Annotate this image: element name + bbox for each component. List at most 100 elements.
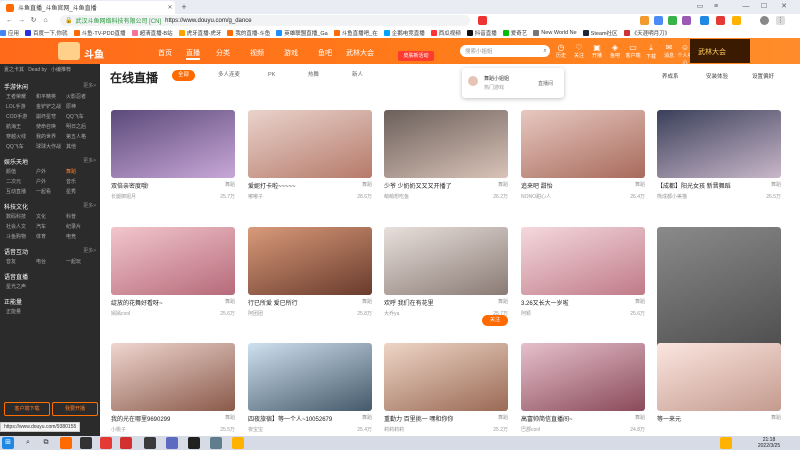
stream-thumbnail[interactable] (111, 343, 235, 411)
bookmark-item[interactable]: 应用 (0, 29, 19, 37)
nav-video[interactable]: 视频 (250, 48, 264, 58)
right-link[interactable]: 安装体验 (706, 72, 728, 80)
sidebar-item[interactable]: 科普 (66, 213, 76, 220)
extension-icon[interactable] (682, 16, 691, 25)
nav-home[interactable]: 首页 (158, 48, 172, 58)
streamer-name[interactable]: 长腿御姐月 (111, 193, 220, 200)
stream-thumbnail[interactable] (657, 110, 781, 178)
taskview-icon[interactable]: ⧉ (40, 437, 52, 449)
streamer-name[interactable]: 嫣嫣cool (111, 310, 220, 317)
promo-image[interactable]: 武林大会 (690, 39, 750, 63)
bookmark-item[interactable]: 企鹅电竞直播 (383, 29, 425, 37)
broadcast-button[interactable]: ▣ 开播 (588, 43, 606, 59)
room-category[interactable]: 舞蹈 (771, 414, 781, 421)
steam-icon[interactable] (80, 437, 92, 449)
room-category[interactable]: 舞蹈 (635, 181, 645, 188)
streamer-name[interactable]: 阿颖 (521, 310, 630, 317)
bookmark-item[interactable]: 斗鱼直播吧_在 (333, 29, 378, 37)
maximize-icon[interactable]: ☐ (758, 0, 770, 14)
streamer-name[interactable]: 莉莉莉莉 (384, 426, 493, 433)
sidebar-item[interactable]: 和平精英 (36, 93, 56, 100)
sidebar-item[interactable]: 数码科技 (6, 213, 26, 220)
room-category[interactable]: 舞蹈 (362, 298, 372, 305)
room-category[interactable]: 舞蹈 (225, 414, 235, 421)
netease-music-icon[interactable] (100, 437, 112, 449)
stream-thumbnail[interactable] (111, 110, 235, 178)
app-icon[interactable] (166, 437, 178, 449)
sidebar-item[interactable]: 穿越火线 (6, 133, 26, 140)
sidebar-item[interactable]: 电竞 (66, 233, 76, 240)
room-title[interactable]: 高富帅简信直播间~ (521, 414, 645, 423)
sidebar-item[interactable]: 崩坏星穹 (36, 113, 56, 120)
minimize-icon[interactable]: — (740, 0, 752, 14)
streamer-name[interactable]: 嘟嘟子 (248, 193, 357, 200)
client-button[interactable]: ▭ 客户端 (624, 43, 642, 59)
menu-icon[interactable]: ≡ (710, 0, 722, 14)
start-icon[interactable]: ⊞ (2, 437, 14, 449)
stream-thumbnail[interactable] (521, 110, 645, 178)
sidebar-item[interactable]: 第五人格 (66, 133, 86, 140)
stream-thumbnail[interactable] (384, 227, 508, 295)
streamer-name[interactable]: 熊成都小美猫 (657, 193, 766, 200)
sidebar-item[interactable]: 体育 (36, 233, 46, 240)
room-category[interactable]: 舞蹈 (771, 181, 781, 188)
back-icon[interactable]: ← (4, 15, 15, 26)
chip-pk[interactable]: PK (262, 70, 281, 81)
extension-icon[interactable] (640, 16, 649, 25)
streamer-name[interactable]: 大乔ya (384, 310, 493, 317)
room-title[interactable]: 【成都】阳光女孩 新晋舞蹈 (657, 181, 781, 190)
restore-icon[interactable]: ▭ (694, 0, 706, 14)
sidebar-item[interactable]: 球球大作战 (36, 143, 61, 150)
sidebar-more-link[interactable]: 更多> (83, 202, 96, 209)
streamer-name[interactable]: 巴郡cool (521, 426, 630, 433)
profile-icon[interactable] (760, 16, 769, 25)
sidebar-item[interactable]: 斗鱼购物 (6, 233, 26, 240)
sidebar-item[interactable]: 音乐 (66, 178, 76, 185)
sidebar-item[interactable]: 社会人文 (6, 223, 26, 230)
right-link[interactable]: 养成系 (662, 72, 679, 80)
app-icon[interactable] (188, 437, 200, 449)
bookmark-item[interactable]: Steam社区 (582, 29, 618, 37)
room-category[interactable]: 舞蹈 (225, 181, 235, 188)
sidebar-item[interactable]: 电台 (36, 258, 46, 265)
bookmark-item[interactable]: 斗鱼-TV-PDD直播 (73, 29, 126, 37)
bookmark-item[interactable]: 英雄联盟直播_Ga (276, 29, 328, 37)
live-room-card[interactable]: 我的光在哪里9690299 舞蹈 小桃子 25.5万 (111, 343, 235, 433)
sidebar-item[interactable]: QQ飞车 (6, 143, 24, 150)
room-title[interactable]: 欢呼 我们在有花里 (384, 298, 508, 307)
follow-button[interactable]: ♡ 关注 (570, 43, 588, 59)
extension-icon[interactable] (700, 16, 709, 25)
nav-wulin[interactable]: 武林大会 (346, 48, 374, 58)
sidebar-item[interactable]: 明日之后 (66, 123, 86, 130)
live-room-card[interactable]: 【成都】阳光女孩 新晋舞蹈 舞蹈 熊成都小美猫 26.5万 (657, 110, 781, 200)
room-title[interactable]: 爱妮打卡啦~~~~~ (248, 181, 372, 190)
bookmark-item[interactable]: 抖音直播 (466, 29, 497, 37)
extension-icon[interactable] (732, 16, 741, 25)
stream-thumbnail[interactable] (657, 343, 781, 411)
live-room-card[interactable]: 少爷 少奶奶又又又开播了 舞蹈 萌萌想吃鱼 26.2万 (384, 110, 508, 200)
stream-thumbnail[interactable] (248, 343, 372, 411)
sidebar-more-link[interactable]: 更多> (83, 82, 96, 89)
room-category[interactable]: 舞蹈 (362, 414, 372, 421)
tray-icon[interactable] (720, 437, 732, 449)
sidebar-item[interactable]: 王者荣耀 (6, 93, 26, 100)
room-title[interactable]: 3.26又长大一岁啦 (521, 298, 645, 307)
bookmark-item[interactable]: 西瓜视频 (430, 29, 461, 37)
client-download-button[interactable]: 客户端下载 (4, 402, 50, 416)
stream-thumbnail[interactable] (111, 227, 235, 295)
chip-new[interactable]: 新人 (346, 70, 369, 81)
sidebar-item[interactable]: 星光之声 (6, 283, 26, 290)
live-room-card[interactable]: 绽放的花舞好看呀~ 舞蹈 嫣嫣cool 25.6万 (111, 227, 235, 317)
bookmark-item[interactable]: New World Ne (533, 29, 577, 36)
live-room-card[interactable]: 四夜旅宿】等一个人~10052679 舞蹈 夜宝宝 25.4万 (248, 343, 372, 433)
sidebar-more-link[interactable]: 更多> (83, 157, 96, 164)
sidebar-item[interactable]: QQ飞车 (66, 113, 84, 120)
room-category[interactable]: 舞蹈 (225, 298, 235, 305)
sidebar-item[interactable]: 火影忍者 (66, 93, 86, 100)
history-button[interactable]: ◷ 历史 (552, 43, 570, 59)
live-room-card[interactable]: 欢呼 我们在有花里 舞蹈 大乔ya 25.7万 (384, 227, 508, 317)
promo-banner[interactable]: 皮肤新活动 (398, 51, 434, 61)
home-icon[interactable]: ⌂ (40, 15, 51, 26)
streamer-name[interactable]: 夜宝宝 (248, 426, 357, 433)
live-room-card[interactable]: 3.26又长大一岁啦 舞蹈 阿颖 25.6万 (521, 227, 645, 317)
